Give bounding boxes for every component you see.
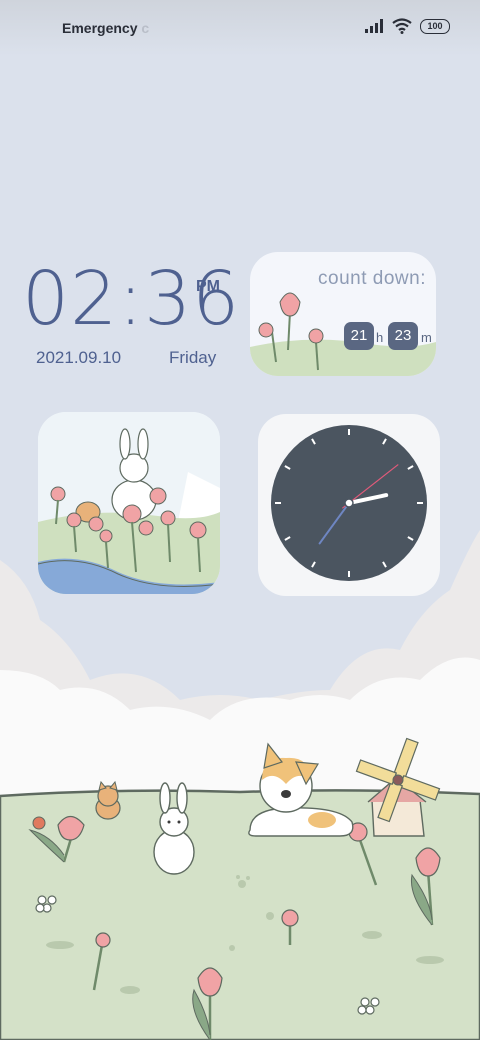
countdown-widget[interactable]: count down: 21 h 23 m	[250, 252, 436, 376]
countdown-minutes-unit: m	[421, 330, 432, 345]
digital-clock-widget[interactable]: 02:36 PM 2021.09.10 Friday	[22, 262, 239, 382]
analog-clock-face	[271, 425, 427, 581]
clock-ampm: PM	[196, 278, 220, 295]
bunny-tulip-photo	[38, 412, 220, 594]
photo-widget[interactable]	[38, 412, 220, 594]
countdown-hours-unit: h	[376, 330, 384, 345]
clock-time: 02:36	[22, 256, 241, 342]
countdown-title: count down:	[318, 268, 426, 289]
clock-day: Friday	[169, 348, 217, 367]
countdown-hours: 21	[344, 322, 374, 350]
clock-date: 2021.09.10	[36, 348, 122, 367]
clock-center-pin	[344, 498, 354, 508]
cat-character	[95, 780, 121, 820]
countdown-minutes: 23	[388, 322, 418, 350]
analog-clock-widget[interactable]	[258, 414, 440, 596]
